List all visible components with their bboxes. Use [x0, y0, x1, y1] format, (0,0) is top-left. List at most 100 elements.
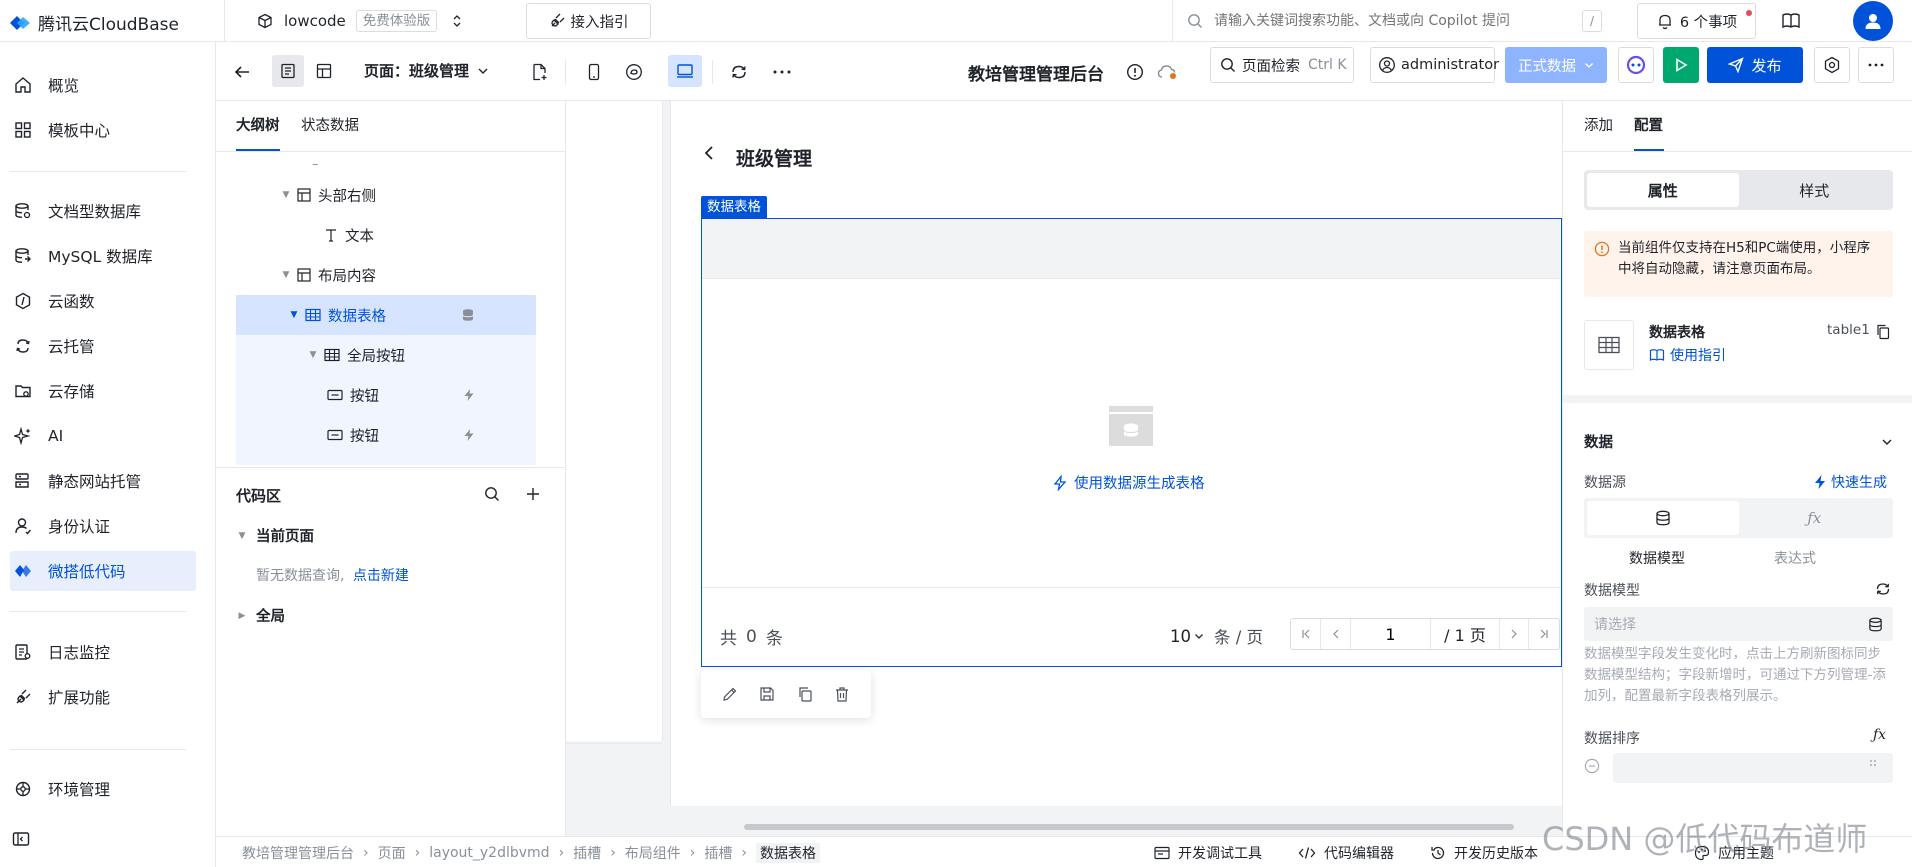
source-model-option[interactable]	[1587, 501, 1739, 535]
book-icon[interactable]	[1780, 10, 1802, 32]
global-search[interactable]: /	[1186, 6, 1608, 36]
nav-item-static-hosting[interactable]: 静态网站托管	[10, 461, 196, 501]
dev-tools-button[interactable]: 开发调试工具	[1154, 843, 1262, 863]
miniprogram-preview-icon[interactable]	[624, 62, 644, 82]
global-search-input[interactable]	[1214, 13, 1574, 29]
breadcrumb-item[interactable]: 教培管理管理后台	[242, 843, 354, 863]
minus-circle-icon[interactable]	[1584, 758, 1600, 774]
tree-node-layout-content[interactable]: ▼ 布局内容	[236, 255, 536, 295]
tree-node-global-buttons[interactable]: ▼ 全局按钮	[236, 335, 536, 375]
caret-right-icon[interactable]: ▶	[236, 610, 248, 622]
breadcrumb-item[interactable]: layout_y2dlbvmd	[429, 845, 549, 861]
add-page-icon[interactable]	[530, 62, 550, 82]
tree-node-button[interactable]: 按钮	[236, 375, 536, 415]
tree-node-text[interactable]: 文本	[236, 215, 536, 255]
copy-icon[interactable]	[797, 686, 813, 702]
copy-icon[interactable]	[1876, 324, 1890, 340]
quick-generate-link[interactable]: 快速生成	[1813, 472, 1887, 492]
source-expression-option[interactable]: ƒx	[1739, 501, 1891, 535]
run-button[interactable]	[1663, 47, 1699, 83]
next-page-button[interactable]	[1500, 619, 1529, 649]
caret-down-icon[interactable]: ▼	[288, 309, 300, 321]
first-page-button[interactable]	[1291, 619, 1321, 649]
notifications-button[interactable]: 6 个事项	[1637, 3, 1756, 39]
data-table-component[interactable]: 使用数据源生成表格 共 0 条 10 条 / 页 / 1 页	[701, 218, 1562, 667]
usage-guide-link[interactable]: 使用指引	[1649, 345, 1726, 365]
nav-item-lowcode[interactable]: 微搭低代码	[10, 551, 196, 591]
breadcrumb-item[interactable]: 页面	[378, 843, 406, 863]
settings-button[interactable]	[1814, 47, 1850, 83]
more-icon[interactable]	[772, 62, 792, 82]
database-icon[interactable]	[460, 308, 476, 322]
nav-item-auth[interactable]: 身份认证	[10, 506, 196, 546]
cloud-sync-icon[interactable]	[1157, 63, 1179, 81]
env-selector[interactable]: lowcode 免费体验版	[256, 9, 463, 33]
segment-styles[interactable]: 样式	[1739, 173, 1891, 207]
plus-icon[interactable]	[526, 487, 540, 501]
create-query-link[interactable]: 点击新建	[353, 568, 409, 584]
caret-down-icon[interactable]: ▼	[236, 530, 248, 542]
nav-item-storage[interactable]: 云存储	[10, 371, 196, 411]
breadcrumb-item-current[interactable]: 数据表格	[756, 843, 821, 863]
code-editor-button[interactable]: 代码编辑器	[1298, 843, 1394, 863]
tab-add[interactable]: 添加	[1584, 114, 1613, 135]
collapse-sidebar-icon[interactable]	[12, 830, 30, 848]
page-number-input[interactable]	[1351, 619, 1431, 649]
guide-button[interactable]: 接入指引	[526, 3, 651, 39]
search-icon[interactable]	[484, 486, 500, 502]
nav-item-ai[interactable]: AI	[10, 416, 196, 456]
caret-down-icon[interactable]: ▼	[280, 269, 292, 281]
user-button[interactable]: administrator	[1370, 47, 1499, 83]
nav-item-extensions[interactable]: 扩展功能	[10, 677, 196, 717]
history-button[interactable]: 开发历史版本	[1430, 843, 1538, 863]
generate-table-link[interactable]: 使用数据源生成表格	[1052, 472, 1205, 493]
more-options-button[interactable]	[1858, 47, 1894, 83]
code-current-page[interactable]: ▼ 当前页面	[236, 525, 314, 546]
layout-view-button[interactable]	[308, 55, 340, 87]
page-size-select[interactable]: 10 条 / 页	[1170, 624, 1263, 648]
tab-config[interactable]: 配置	[1634, 114, 1663, 135]
breadcrumb-item[interactable]: 插槽	[573, 843, 601, 863]
segment-properties[interactable]: 属性	[1587, 173, 1739, 207]
avatar[interactable]	[1853, 1, 1893, 41]
page-back-icon[interactable]	[703, 145, 715, 161]
lightning-icon[interactable]	[462, 428, 476, 442]
nav-item-overview[interactable]: 概览	[10, 65, 196, 105]
delete-icon[interactable]	[834, 686, 850, 702]
nav-item-templates[interactable]: 模板中心	[10, 110, 196, 150]
model-select[interactable]: 请选择	[1584, 607, 1893, 641]
nav-item-environment[interactable]: 环境管理	[10, 769, 196, 809]
nav-item-mysql[interactable]: MySQL 数据库	[10, 236, 196, 276]
tab-outline[interactable]: 大纲树	[236, 114, 280, 135]
breadcrumb-item[interactable]: 布局组件	[625, 843, 681, 863]
save-icon[interactable]	[759, 686, 775, 702]
caret-down-icon[interactable]: ▼	[280, 189, 292, 201]
refresh-icon[interactable]	[729, 62, 749, 82]
horizontal-scrollbar-track[interactable]	[566, 819, 1562, 836]
data-mode-select[interactable]: 正式数据	[1505, 47, 1607, 83]
brand[interactable]: 腾讯云CloudBase	[8, 10, 179, 35]
refresh-icon[interactable]	[1875, 581, 1891, 597]
copilot-button[interactable]	[1618, 47, 1654, 83]
nav-item-logs[interactable]: 日志监控	[10, 632, 196, 672]
nav-item-cloud-hosting[interactable]: 云托管	[10, 326, 196, 366]
lightning-icon[interactable]	[462, 388, 476, 402]
section-data-header[interactable]: 数据	[1584, 431, 1893, 452]
theme-button[interactable]: 应用主题	[1694, 843, 1774, 863]
tree-node-data-table[interactable]: ▼ 数据表格	[236, 295, 536, 335]
sort-field-select[interactable]	[1613, 753, 1893, 783]
back-arrow-icon[interactable]	[232, 62, 252, 82]
tree-node-header-right[interactable]: ▼ 头部右侧	[236, 175, 536, 215]
sort-fx-icon[interactable]: ƒx	[1873, 727, 1886, 743]
drag-handle-icon[interactable]	[1869, 759, 1877, 771]
edit-icon[interactable]	[722, 686, 738, 702]
tab-state-data[interactable]: 状态数据	[301, 114, 359, 135]
publish-button[interactable]: 发布	[1707, 47, 1803, 83]
mobile-preview-icon[interactable]	[584, 62, 604, 82]
info-icon[interactable]	[1125, 62, 1145, 82]
tree-node-button[interactable]: 按钮	[236, 415, 536, 455]
nav-item-functions[interactable]: 云函数	[10, 281, 196, 321]
nav-item-document-db[interactable]: 文档型数据库	[10, 191, 196, 231]
code-global[interactable]: ▶ 全局	[236, 605, 285, 626]
breadcrumb-item[interactable]: 插槽	[704, 843, 732, 863]
